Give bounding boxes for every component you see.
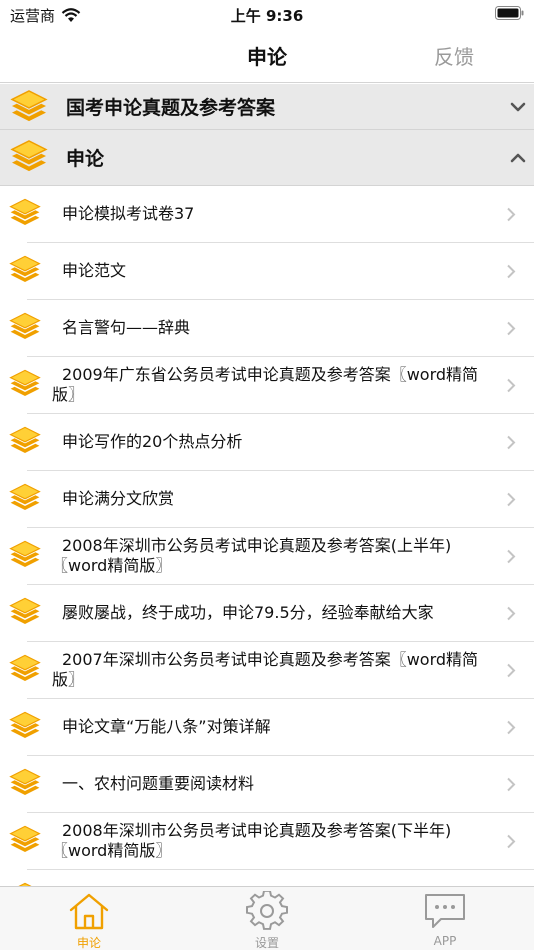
list-item-label: 2009年广东省公务员考试申论真题及参考答案〖word精简版〗 <box>52 365 479 404</box>
list-item[interactable]: 申论模拟考试卷37 <box>0 186 534 243</box>
chevron-right-icon <box>507 207 516 222</box>
nav-bar: 申论 反馈 <box>0 30 534 83</box>
section-header-shenlun[interactable]: 申论 <box>0 130 534 186</box>
feedback-button[interactable]: 反馈 <box>434 41 474 70</box>
gear-icon <box>246 891 288 930</box>
list-item-label <box>52 870 494 886</box>
chevron-right-icon <box>507 720 516 735</box>
layers-icon <box>9 825 41 855</box>
tab-app[interactable]: APP <box>356 887 534 950</box>
list-item-label: 2008年深圳市公务员考试申论真题及参考答案(下半年)〖word精简版〗 <box>52 821 452 860</box>
chevron-right-icon <box>507 264 516 279</box>
layers-icon <box>9 198 41 228</box>
list-item[interactable]: 申论文章“万能八条”对策详解 <box>0 699 534 756</box>
list-item[interactable]: 屡败屡战，终于成功，申论79.5分，经验奉献给大家 <box>0 585 534 642</box>
layers-icon <box>9 483 41 513</box>
chevron-right-icon <box>507 435 516 450</box>
tab-shenlun[interactable]: 申论 <box>0 887 178 950</box>
layers-icon <box>9 597 41 627</box>
tab-settings[interactable]: 设置 <box>178 887 356 950</box>
section-header-national-exam[interactable]: 国考申论真题及参考答案 <box>0 84 534 130</box>
list-item-label: 2007年深圳市公务员考试申论真题及参考答案〖word精简版〗 <box>52 650 479 689</box>
chevron-right-icon <box>507 492 516 507</box>
layers-icon <box>9 540 41 570</box>
list-item[interactable]: 申论写作的20个热点分析 <box>0 414 534 471</box>
layers-icon <box>10 90 48 124</box>
list-item-label: 申论写作的20个热点分析 <box>62 432 243 451</box>
list-item[interactable]: 2007年深圳市公务员考试申论真题及参考答案〖word精简版〗 <box>0 642 534 699</box>
list-item-label: 申论满分文欣赏 <box>62 489 175 508</box>
list-item-label: 2008年深圳市公务员考试申论真题及参考答案(上半年)〖word精简版〗 <box>52 536 452 575</box>
chevron-up-icon <box>510 153 526 163</box>
layers-icon <box>9 654 41 684</box>
status-time: 上午 9:36 <box>230 7 304 25</box>
battery-icon <box>495 6 524 20</box>
layers-icon <box>9 255 41 285</box>
chevron-right-icon <box>507 834 516 849</box>
chat-bubble-icon <box>425 894 465 928</box>
chevron-down-icon <box>510 102 526 112</box>
list-item-label: 申论范文 <box>62 261 127 280</box>
layers-icon <box>9 312 41 342</box>
chevron-right-icon <box>507 321 516 336</box>
list-item-label: 屡败屡战，终于成功，申论79.5分，经验奉献给大家 <box>62 603 434 622</box>
list-item[interactable]: 一、农村问题重要阅读材料 <box>0 756 534 813</box>
chevron-right-icon <box>507 606 516 621</box>
chevron-right-icon <box>507 549 516 564</box>
list-item-label: 一、农村问题重要阅读材料 <box>62 774 255 793</box>
list-item-label: 申论文章“万能八条”对策详解 <box>62 717 271 736</box>
chevron-right-icon <box>507 663 516 678</box>
list-item-label: 申论模拟考试卷37 <box>62 204 195 223</box>
section-title: 申论 <box>66 148 105 170</box>
chevron-right-icon <box>507 777 516 792</box>
status-bar: 运营商 上午 9:36 <box>0 0 534 30</box>
layers-icon <box>9 369 41 399</box>
list-item[interactable]: 申论范文 <box>0 243 534 300</box>
layers-icon <box>9 768 41 798</box>
list-item-label: 名言警句——辞典 <box>62 318 191 337</box>
tab-label: 申论 <box>76 936 101 950</box>
list-item[interactable]: 2008年深圳市公务员考试申论真题及参考答案(上半年)〖word精简版〗 <box>0 528 534 585</box>
home-icon <box>69 893 109 930</box>
layers-icon <box>10 140 48 174</box>
list-item[interactable]: 名言警句——辞典 <box>0 300 534 357</box>
tab-label: 设置 <box>254 936 279 950</box>
tab-bar: 申论 设置 APP <box>0 886 534 950</box>
chevron-right-icon <box>507 378 516 393</box>
list-item[interactable]: 2008年深圳市公务员考试申论真题及参考答案(下半年)〖word精简版〗 <box>0 813 534 870</box>
article-list: 申论模拟考试卷37 申论范文 名言警句——辞典 2009年广东省公务员考试申论真… <box>0 186 534 886</box>
list-item[interactable]: 2009年广东省公务员考试申论真题及参考答案〖word精简版〗 <box>0 357 534 414</box>
layers-icon <box>9 711 41 741</box>
list-item[interactable] <box>0 870 534 886</box>
list-item[interactable]: 申论满分文欣赏 <box>0 471 534 528</box>
tab-label: APP <box>433 934 457 948</box>
layers-icon <box>9 426 41 456</box>
section-title: 国考申论真题及参考答案 <box>66 97 276 119</box>
